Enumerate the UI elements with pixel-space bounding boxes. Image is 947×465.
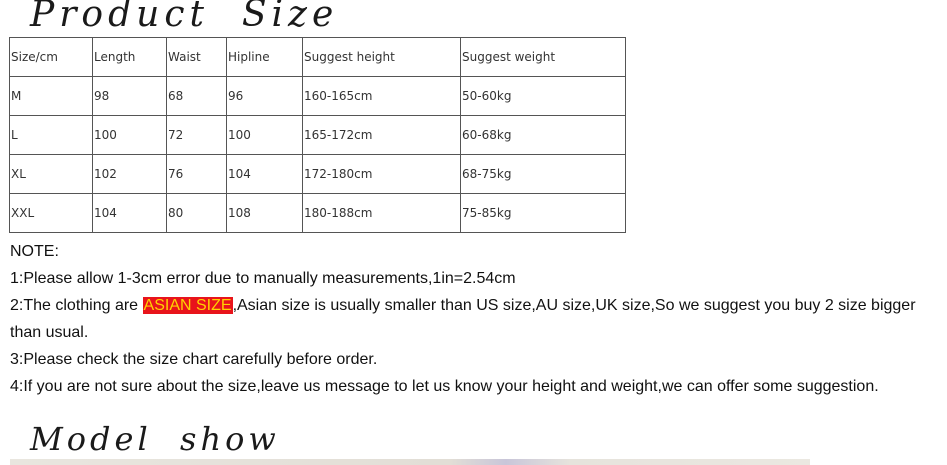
table-cell: 165-172cm: [302, 115, 461, 155]
size-chart-table: Size/cm Length Waist Hipline Suggest hei…: [9, 37, 626, 233]
model-photo-preview: [10, 459, 810, 465]
product-size-title: Product Size: [30, 0, 339, 35]
table-cell: 96: [226, 76, 303, 116]
table-cell: L: [9, 115, 93, 155]
note-2: 2:The clothing are ASIAN SIZE,Asian size…: [10, 292, 940, 346]
table-cell: M: [9, 76, 93, 116]
header-cell: Length: [92, 37, 167, 77]
table-cell: 180-188cm: [302, 193, 461, 233]
asian-size-highlight: ASIAN SIZE: [142, 297, 233, 314]
table-cell: 108: [226, 193, 303, 233]
table-row: L 100 72 100 165-172cm 60-68kg: [9, 115, 626, 155]
note-1: 1:Please allow 1-3cm error due to manual…: [10, 270, 516, 287]
header-cell: Suggest weight: [460, 37, 626, 77]
table-row: XL 102 76 104 172-180cm 68-75kg: [9, 154, 626, 194]
header-cell: Waist: [166, 37, 227, 77]
table-cell: 160-165cm: [302, 76, 461, 116]
table-cell: XXL: [9, 193, 93, 233]
table-cell: 80: [166, 193, 227, 233]
table-cell: XL: [9, 154, 93, 194]
note-2-text: 2:The clothing are: [10, 297, 143, 314]
note-4: 4:If you are not sure about the size,lea…: [10, 378, 879, 395]
table-row: M 98 68 96 160-165cm 50-60kg: [9, 76, 626, 116]
table-cell: 100: [92, 115, 167, 155]
notes-section: NOTE: 1:Please allow 1-3cm error due to …: [10, 238, 940, 400]
table-cell: 102: [92, 154, 167, 194]
table-cell: 75-85kg: [460, 193, 626, 233]
header-cell: Suggest height: [302, 37, 461, 77]
header-cell: Size/cm: [9, 37, 93, 77]
table-cell: 72: [166, 115, 227, 155]
note-heading: NOTE:: [10, 243, 59, 260]
table-cell: 104: [226, 154, 303, 194]
table-cell: 50-60kg: [460, 76, 626, 116]
table-cell: 104: [92, 193, 167, 233]
table-cell: 98: [92, 76, 167, 116]
table-header-row: Size/cm Length Waist Hipline Suggest hei…: [9, 37, 626, 77]
model-show-title: Model show: [30, 420, 280, 458]
table-cell: 68: [166, 76, 227, 116]
table-cell: 172-180cm: [302, 154, 461, 194]
table-cell: 76: [166, 154, 227, 194]
table-row: XXL 104 80 108 180-188cm 75-85kg: [9, 193, 626, 233]
note-3: 3:Please check the size chart carefully …: [10, 351, 378, 368]
table-cell: 68-75kg: [460, 154, 626, 194]
table-cell: 100: [226, 115, 303, 155]
header-cell: Hipline: [226, 37, 303, 77]
table-cell: 60-68kg: [460, 115, 626, 155]
